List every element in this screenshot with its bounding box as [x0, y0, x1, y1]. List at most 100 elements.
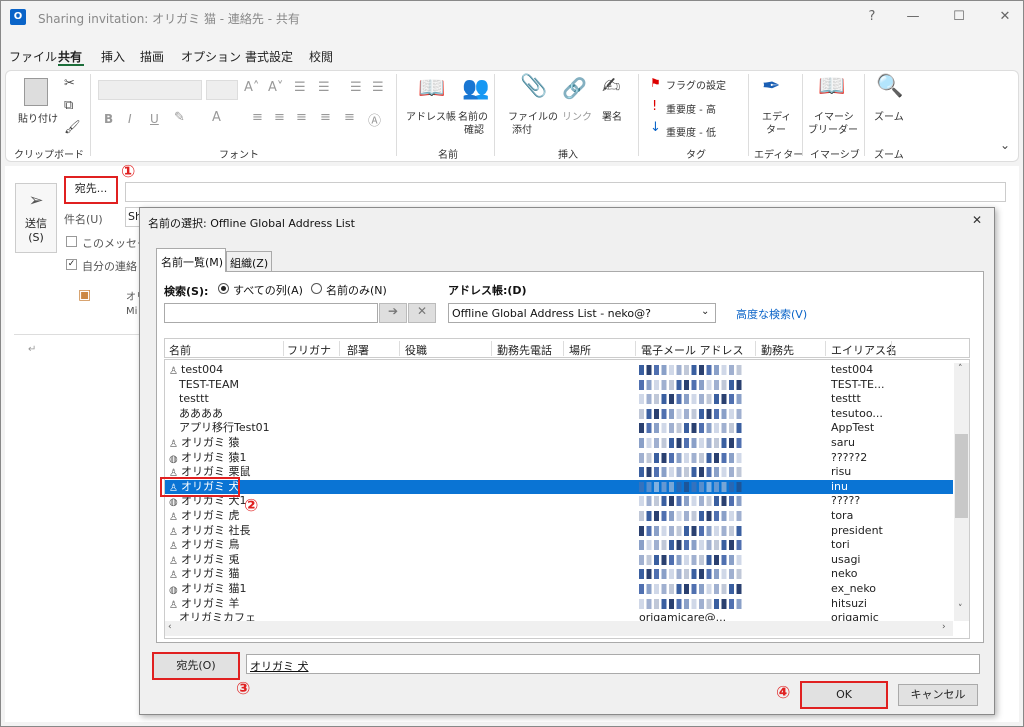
maximize-button[interactable]: ☐	[944, 6, 974, 28]
immersive-reader-label-2[interactable]: ブリーダー	[808, 121, 858, 136]
low-importance-icon[interactable]: ↓	[650, 120, 661, 135]
menu-format[interactable]: 書式設定	[245, 48, 293, 65]
clear-format-icon[interactable]: Ⓐ	[368, 110, 381, 129]
cancel-button[interactable]: キャンセル	[898, 684, 978, 706]
help-icon[interactable]: ?	[857, 6, 887, 28]
column-header-phone[interactable]: 勤務先電話	[497, 342, 552, 358]
high-importance-button[interactable]: 重要度 - 高	[666, 101, 716, 116]
dialog-close-icon[interactable]: ✕	[972, 213, 982, 227]
list-item[interactable]: ◍ オリガミ 猿1 ?????2	[165, 451, 953, 466]
address-book-select[interactable]: Offline Global Address List - neko@? ⌄	[448, 303, 716, 323]
list-item[interactable]: ♙ test004 test004	[165, 363, 953, 378]
check-names-label-2[interactable]: 確認	[464, 121, 484, 136]
menu-draw[interactable]: 描画	[140, 48, 164, 65]
immersive-reader-icon[interactable]: 📖	[818, 74, 845, 99]
link-icon[interactable]: 🔗	[562, 76, 587, 100]
high-importance-icon[interactable]: !	[652, 99, 657, 114]
signature-button[interactable]: 署名	[602, 108, 622, 123]
scrollbar-thumb[interactable]	[955, 434, 968, 518]
menu-review[interactable]: 校閲	[309, 48, 333, 65]
justify-icon[interactable]: ≡	[320, 110, 331, 125]
menu-options[interactable]: オプション	[181, 48, 241, 65]
column-header-name[interactable]: 名前	[169, 342, 191, 358]
tab-names[interactable]: 名前一覧(M)	[156, 248, 226, 272]
scroll-left-icon[interactable]: ‹	[168, 622, 172, 632]
tab-organization[interactable]: 組織(Z)	[226, 251, 272, 271]
go-arrow-icon[interactable]: ➔	[379, 303, 407, 323]
minimize-button[interactable]: —	[898, 6, 928, 28]
font-color-icon[interactable]: A	[212, 110, 221, 125]
paste-button[interactable]: 貼り付け	[18, 110, 58, 125]
align-center-icon[interactable]: ≡	[274, 110, 285, 125]
to-button[interactable]: 宛先...	[64, 176, 118, 204]
italic-button[interactable]: I	[128, 112, 132, 126]
advanced-search-link[interactable]: 高度な検索(V)	[736, 306, 807, 322]
column-header-email[interactable]: 電子メール アドレス	[641, 342, 744, 358]
address-book-button[interactable]: アドレス帳	[406, 108, 456, 123]
column-header-location[interactable]: 場所	[569, 342, 591, 358]
list-item[interactable]: ♙ オリガミ 虎 tora	[165, 509, 953, 524]
numbering-icon[interactable]: ☰	[318, 80, 330, 95]
scroll-right-icon[interactable]: ›	[942, 622, 946, 632]
highlight-icon[interactable]: ✎	[174, 110, 185, 125]
bullets-icon[interactable]: ☰	[294, 80, 306, 95]
distribute-icon[interactable]: ≡	[344, 110, 355, 125]
format-painter-icon[interactable]: 🖌	[64, 120, 81, 135]
shrink-font-icon[interactable]: A˅	[268, 80, 283, 95]
editor-icon[interactable]: ✒	[762, 74, 780, 99]
menu-file[interactable]: ファイル	[9, 48, 57, 65]
column-header-title[interactable]: 役職	[405, 342, 427, 358]
zoom-button[interactable]: ズーム	[874, 108, 904, 123]
column-header-furigana[interactable]: フリガナ	[287, 342, 331, 358]
column-header-company[interactable]: 勤務先	[761, 342, 794, 358]
ok-button[interactable]: OK	[800, 681, 888, 709]
list-item[interactable]: ♙ オリガミ 栗鼠 risu	[165, 465, 953, 480]
zoom-icon[interactable]: 🔍	[876, 74, 903, 99]
menu-share[interactable]: 共有	[58, 48, 82, 65]
scroll-up-icon[interactable]: ˄	[958, 364, 963, 374]
checkbox-share[interactable]: ✓	[66, 259, 77, 270]
checkbox-request[interactable]	[66, 236, 77, 247]
flag-icon[interactable]: ⚑	[650, 76, 661, 90]
dialog-to-button[interactable]: 宛先(O)	[152, 652, 240, 680]
clear-search-icon[interactable]: ✕	[408, 303, 436, 323]
indent-icon[interactable]: ☰	[350, 80, 362, 95]
list-item[interactable]: ♙ オリガミ 社長 president	[165, 524, 953, 539]
body-paragraph-mark[interactable]: ↵	[28, 344, 36, 355]
column-header-alias[interactable]: エイリアス名	[831, 342, 897, 358]
copy-icon[interactable]: ⧉	[64, 98, 73, 113]
address-book-icon[interactable]: 📖	[418, 76, 445, 101]
attach-file-label-2[interactable]: 添付	[512, 121, 532, 136]
align-left-icon[interactable]: ≡	[252, 110, 263, 125]
font-name-combo[interactable]	[98, 80, 202, 100]
send-button[interactable]: ➢ 送信 (S)	[15, 183, 57, 253]
list-item[interactable]: ♙ オリガミ 犬 inu	[165, 479, 953, 495]
low-importance-button[interactable]: 重要度 - 低	[666, 124, 716, 139]
column-header-department[interactable]: 部署	[347, 342, 369, 358]
to-field[interactable]	[125, 182, 1006, 202]
underline-button[interactable]: U	[150, 112, 159, 126]
list-item[interactable]: ♙ オリガミ 猿 saru	[165, 436, 953, 451]
radio-all-columns[interactable]	[218, 283, 229, 294]
list-item[interactable]: ◍ オリガミ 猫1 ex_neko	[165, 582, 953, 597]
link-button[interactable]: リンク	[562, 108, 592, 123]
dialog-to-field[interactable]: オリガミ 犬	[246, 654, 980, 674]
list-item[interactable]: ♙ オリガミ 兎 usagi	[165, 553, 953, 568]
outdent-icon[interactable]: ☰	[372, 80, 384, 95]
radio-name-only[interactable]	[311, 283, 322, 294]
list-item[interactable]: TEST-TEAM TEST-TE...	[165, 378, 953, 393]
font-size-combo[interactable]	[206, 80, 238, 100]
signature-icon[interactable]: ✍	[602, 74, 620, 99]
list-item[interactable]: ああああ tesutoo...	[165, 407, 953, 422]
search-input[interactable]	[164, 303, 378, 323]
check-names-icon[interactable]: 👥	[462, 76, 489, 101]
editor-label-2[interactable]: ター	[766, 121, 786, 136]
bold-button[interactable]: B	[104, 112, 113, 126]
menu-insert[interactable]: 挿入	[101, 48, 125, 65]
list-item[interactable]: ♙ オリガミ 鳥 tori	[165, 538, 953, 553]
list-item[interactable]: ♙ オリガミ 羊 hitsuzi	[165, 597, 953, 612]
ribbon-collapse-icon[interactable]: ⌄	[1000, 138, 1010, 152]
list-item[interactable]: ♙ オリガミ 猫 neko	[165, 567, 953, 582]
close-window-button[interactable]: ✕	[990, 6, 1020, 28]
horizontal-scrollbar[interactable]	[165, 621, 953, 636]
